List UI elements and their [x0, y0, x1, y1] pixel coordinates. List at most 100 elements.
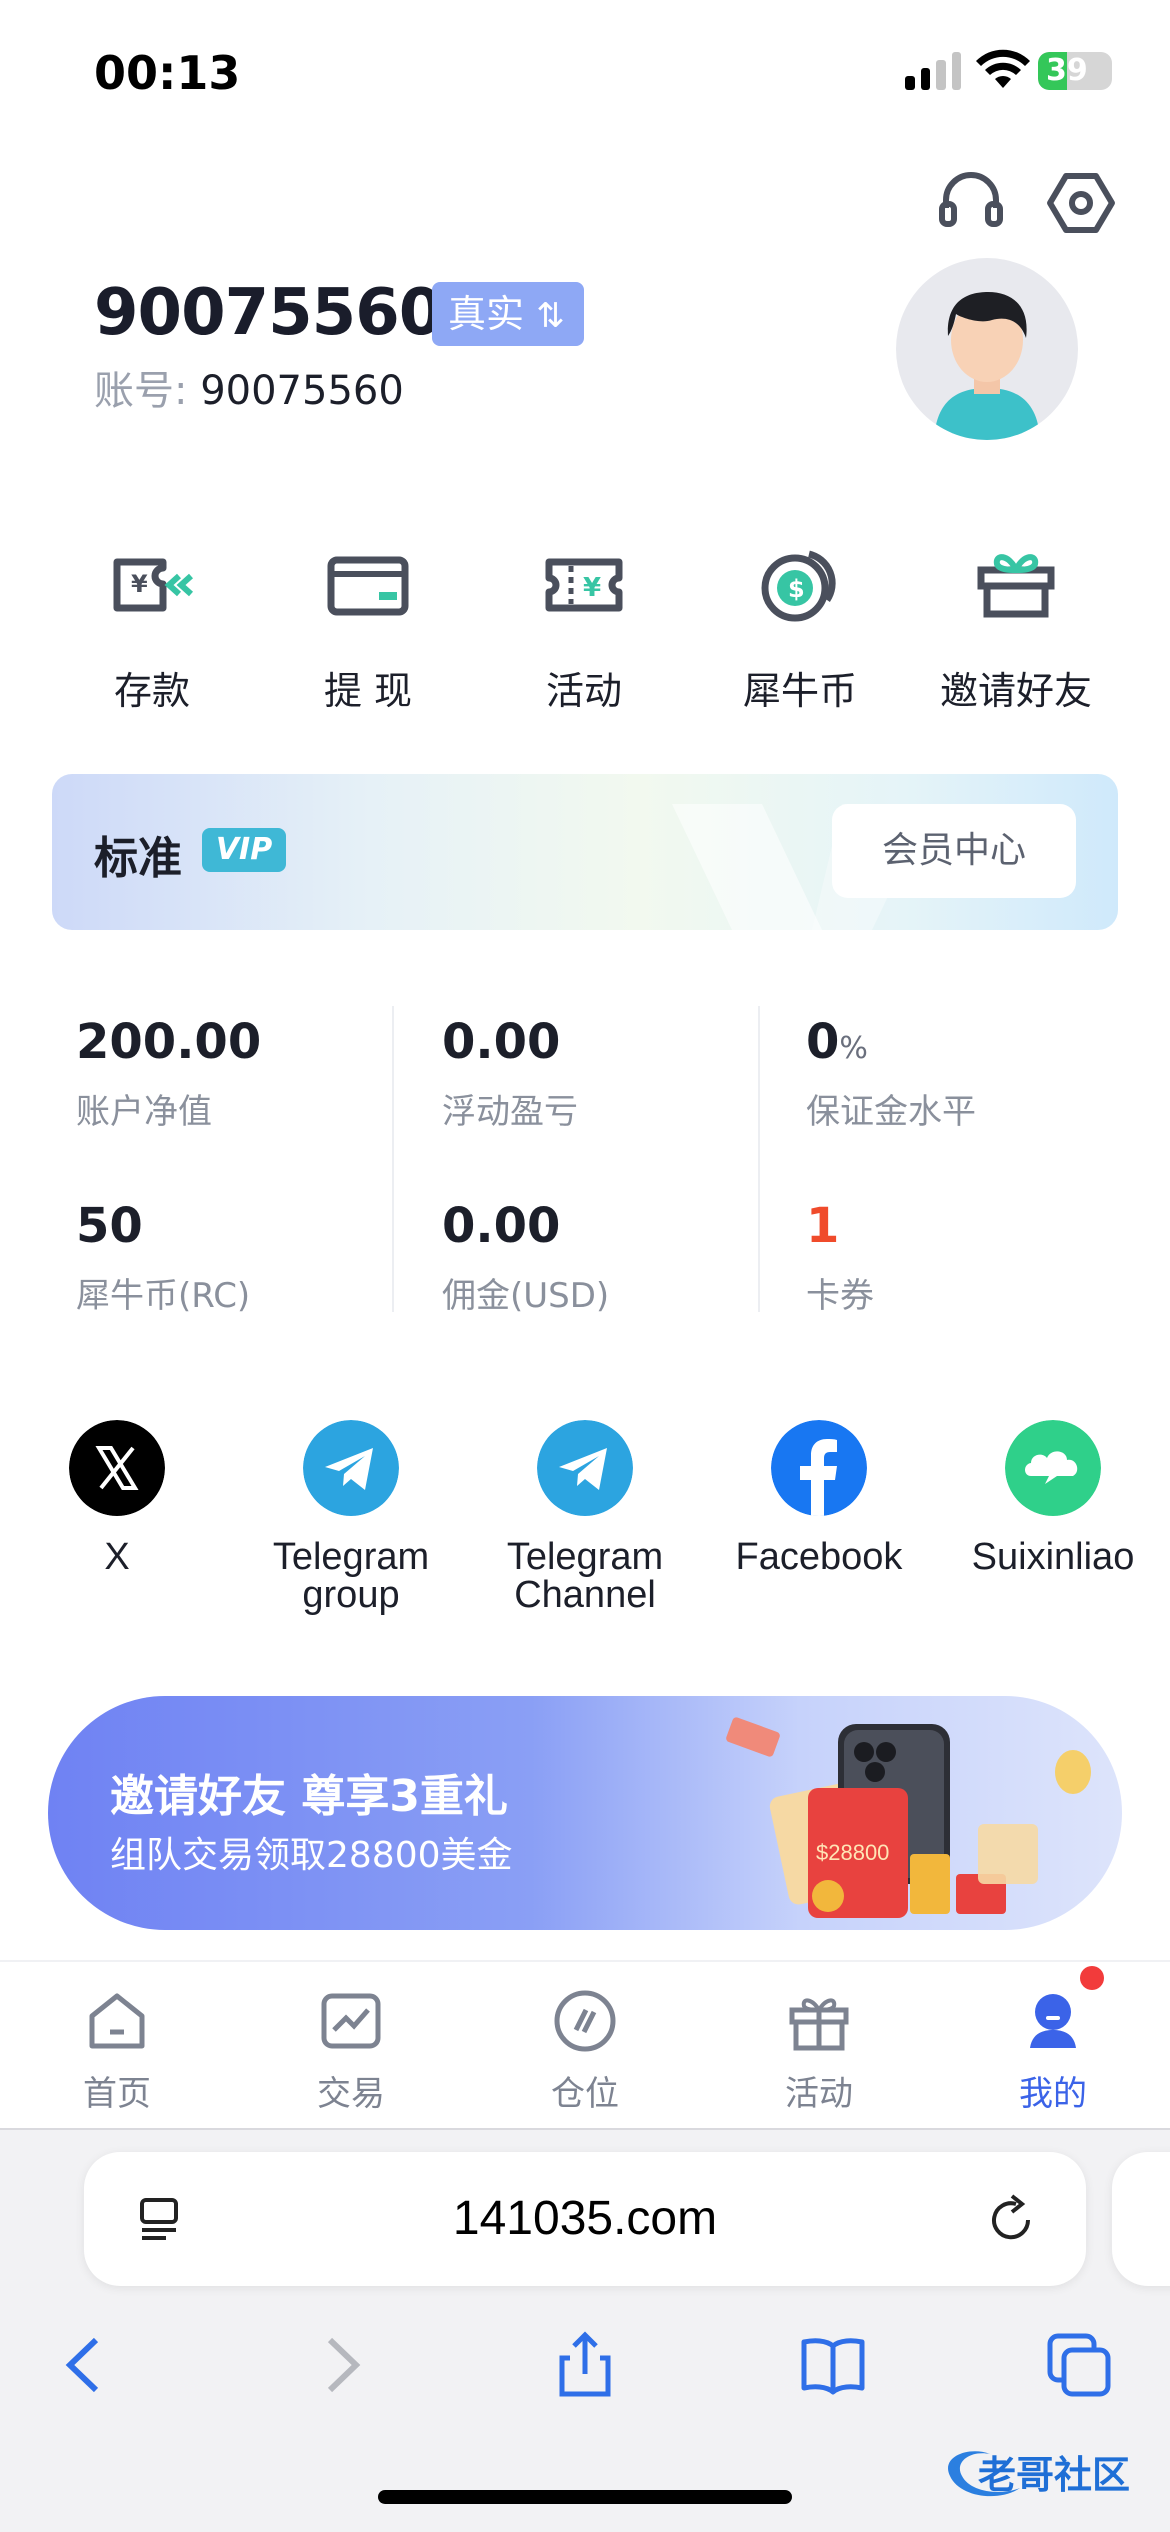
gift-box-icon	[977, 554, 1055, 618]
social-telegram-channel[interactable]: Telegram Channel	[468, 1420, 702, 1614]
watermark-logo: 老哥社区	[948, 2451, 1130, 2497]
svg-text:¥: ¥	[583, 573, 601, 603]
quick-action-deposit[interactable]: ¥ 存款	[44, 540, 260, 720]
stat-label: 账户净值	[76, 1092, 212, 1132]
quick-action-rhino-coin[interactable]: $ 犀牛币	[692, 540, 908, 720]
headset-icon[interactable]	[936, 168, 1006, 238]
vip-card[interactable]: 标准 VIP 会员中心	[52, 774, 1118, 930]
stat-value: 200.00	[76, 1014, 262, 1070]
home-icon	[89, 1993, 145, 2049]
stat-number: 0	[806, 1014, 840, 1070]
tabs-icon[interactable]	[1044, 2330, 1114, 2400]
tab-home[interactable]: 首页	[0, 1986, 234, 2115]
social-facebook[interactable]: Facebook	[702, 1420, 936, 1576]
stat-label: 佣金(USD)	[442, 1276, 610, 1316]
account-name: 90075560	[94, 276, 443, 350]
member-center-button[interactable]: 会员中心	[832, 804, 1076, 898]
svg-text:$: $	[788, 575, 805, 603]
vip-level: 标准	[94, 833, 182, 884]
account-label: 账号:	[94, 368, 188, 414]
stat-coupons[interactable]: 1 卡券	[806, 1198, 1166, 1317]
chart-icon	[321, 1993, 381, 2049]
chat-cloud-icon	[1005, 1420, 1101, 1516]
account-type-badge[interactable]: 真实 ⇅	[432, 282, 584, 346]
banner-subtitle: 组队交易领取28800美金	[110, 1835, 513, 1876]
account-number-row: 账号: 90075560	[94, 358, 404, 416]
tab-trade[interactable]: 交易	[234, 1986, 468, 2115]
quick-action-label: 提 现	[323, 669, 413, 713]
tab-label: 首页	[83, 2074, 151, 2114]
social-telegram-group[interactable]: Telegram group	[234, 1420, 468, 1614]
url-text: 141035.com	[452, 2192, 718, 2245]
quick-action-withdraw[interactable]: 提 现	[260, 540, 476, 720]
stat-rhino-coin[interactable]: 50 犀牛币(RC)	[76, 1198, 436, 1317]
bookmarks-icon[interactable]	[798, 2330, 868, 2400]
svg-text:¥: ¥	[131, 570, 148, 598]
stat-label: 浮动盈亏	[442, 1092, 578, 1132]
watermark-text: 老哥社区	[978, 2455, 1130, 2497]
stat-unit: %	[839, 1031, 868, 1066]
stat-value: 1	[806, 1198, 840, 1254]
social-x[interactable]: X	[0, 1420, 234, 1576]
withdraw-card-icon	[327, 556, 409, 616]
banner-amount: $28800	[816, 1840, 889, 1865]
quick-action-label: 存款	[113, 669, 190, 713]
forward-icon[interactable]	[304, 2330, 374, 2400]
social-label: Suixinliao	[971, 1536, 1135, 1578]
status-time: 00:13	[94, 46, 241, 100]
social-label: Facebook	[735, 1536, 903, 1578]
stat-value: 0.00	[442, 1014, 561, 1070]
next-tab-preview[interactable]	[1112, 2152, 1170, 2286]
address-bar[interactable]: 141035.com	[84, 2152, 1086, 2286]
account-type-label: 真实	[448, 292, 525, 336]
banner-phone-gift-illustration: $28800	[726, 1717, 1091, 1918]
wifi-icon	[976, 49, 1030, 88]
quick-action-label: 邀请好友	[939, 669, 1092, 713]
coin-icon: $	[761, 550, 836, 622]
social-label: Telegram Channel	[506, 1536, 664, 1616]
user-icon	[1030, 1994, 1076, 2048]
social-label: Telegram group	[272, 1536, 430, 1616]
stat-label: 犀牛币(RC)	[76, 1276, 251, 1316]
status-bar: 00:13 39	[0, 0, 1170, 150]
tab-activity[interactable]: 活动	[702, 1986, 936, 2115]
quick-actions: ¥ 存款 提 现 ¥ 活动 $ 犀牛币 邀请好友	[44, 540, 1124, 720]
social-suixinliao[interactable]: Suixinliao	[936, 1420, 1170, 1576]
quick-action-invite[interactable]: 邀请好友	[908, 540, 1124, 720]
home-indicator	[378, 2490, 792, 2504]
deposit-icon: ¥	[113, 558, 194, 612]
tab-label: 活动	[785, 2074, 853, 2114]
social-links: X Telegram group Telegram Channel Facebo…	[0, 1420, 1170, 1640]
tab-label: 我的	[1019, 2074, 1087, 2114]
quick-action-label: 犀牛币	[742, 669, 857, 713]
reload-icon[interactable]	[984, 2192, 1038, 2246]
tab-mine[interactable]: 我的	[936, 1986, 1170, 2115]
stat-value: 50	[76, 1198, 143, 1254]
stat-floating-pnl: 0.00 浮动盈亏	[442, 1014, 802, 1133]
back-icon[interactable]	[52, 2330, 122, 2400]
gift-icon	[789, 1998, 849, 2051]
cellular-signal-icon	[905, 50, 961, 90]
telegram-icon	[537, 1420, 633, 1516]
tab-position[interactable]: 仓位	[468, 1986, 702, 2115]
stat-commission[interactable]: 0.00 佣金(USD)	[442, 1198, 802, 1317]
vip-badge: VIP	[202, 828, 286, 872]
settings-hexagon-icon[interactable]	[1046, 168, 1116, 238]
position-icon	[554, 1990, 616, 2052]
quick-action-activity[interactable]: ¥ 活动	[476, 540, 692, 720]
account-stats: 200.00 账户净值 0.00 浮动盈亏 0% 保证金水平 50 犀牛币(RC…	[44, 1006, 1134, 1316]
account-number: 90075560	[200, 368, 404, 414]
telegram-icon	[303, 1420, 399, 1516]
tab-label: 仓位	[551, 2074, 619, 2114]
stat-margin-level: 0% 保证金水平	[806, 1014, 1166, 1133]
stat-label: 卡券	[806, 1276, 874, 1316]
banner-title: 邀请好友 尊享3重礼	[110, 1771, 508, 1822]
switch-arrows-icon: ⇅	[536, 296, 565, 336]
avatar[interactable]	[896, 258, 1078, 440]
battery-percent: 39	[1046, 53, 1088, 88]
stat-value: 0.00	[442, 1198, 561, 1254]
facebook-icon	[771, 1420, 867, 1516]
share-icon[interactable]	[550, 2330, 620, 2400]
invite-banner[interactable]: 邀请好友 尊享3重礼 组队交易领取28800美金 $28800	[48, 1696, 1122, 1930]
stat-equity: 200.00 账户净值	[76, 1014, 436, 1133]
